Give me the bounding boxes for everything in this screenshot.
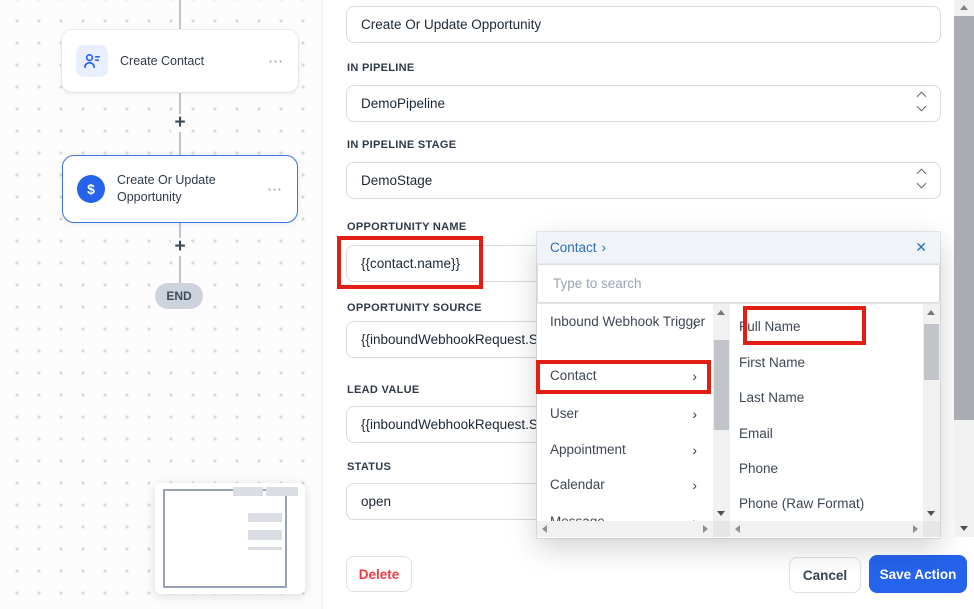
field-label-in-pipeline: IN PIPELINE <box>347 62 414 74</box>
menu-item-calendar[interactable]: Calendar› <box>537 475 713 495</box>
scrollbar-corner <box>923 521 940 537</box>
minimap-content-bar <box>248 547 282 550</box>
pipeline-select-value[interactable] <box>346 85 941 122</box>
scrollbar-thumb[interactable] <box>924 324 939 380</box>
chevron-right-icon: › <box>692 366 697 386</box>
pipeline-stage-select-value[interactable] <box>346 162 941 199</box>
chevron-right-icon: › <box>692 475 697 495</box>
canvas-minimap[interactable] <box>155 483 305 594</box>
scroll-down-icon[interactable] <box>960 526 968 531</box>
minimap-content-bar <box>233 487 263 496</box>
custom-values-popup: Contact› ✕ Inbound Webhook Trigger› Cont… <box>537 232 940 538</box>
minimap-content-bar <box>248 513 282 522</box>
menu-item-phone[interactable]: Phone <box>730 459 915 479</box>
pipeline-select[interactable] <box>346 85 941 122</box>
node-options-icon[interactable]: ⋯ <box>268 52 284 70</box>
workflow-node-create-or-update-opportunity[interactable]: $ Create Or Update Opportunity ⋯ <box>62 155 298 223</box>
fields-horizontal-scrollbar[interactable] <box>730 521 940 537</box>
workflow-canvas[interactable]: Create Contact ⋯ + $ Create Or Update Op… <box>0 0 322 609</box>
scroll-down-icon[interactable] <box>927 511 935 516</box>
chevron-right-icon: › <box>692 315 697 335</box>
node-options-icon[interactable]: ⋯ <box>267 180 283 198</box>
end-node: END <box>155 283 203 309</box>
node-label: Create Or Update Opportunity <box>117 172 241 206</box>
node-label: Create Contact <box>120 53 244 70</box>
field-label-opportunity-source: OPPORTUNITY SOURCE <box>347 302 482 314</box>
menu-item-appointment[interactable]: Appointment› <box>537 440 713 460</box>
menu-item-last-name[interactable]: Last Name <box>730 388 915 408</box>
field-label-lead-value: LEAD VALUE <box>347 384 419 396</box>
scroll-right-icon[interactable] <box>913 525 918 533</box>
field-label-opportunity-name: OPPORTUNITY NAME <box>347 221 467 233</box>
breadcrumb[interactable]: Contact› <box>550 240 606 255</box>
scrollbar-thumb[interactable] <box>714 340 729 430</box>
cancel-button[interactable]: Cancel <box>789 557 861 593</box>
pipeline-stage-select[interactable] <box>346 162 941 199</box>
groups-pane: Inbound Webhook Trigger› Contact› User› … <box>537 304 730 537</box>
add-step-button[interactable]: + <box>171 114 189 132</box>
workflow-node-create-contact[interactable]: Create Contact ⋯ <box>62 30 298 92</box>
popup-header: Contact› ✕ <box>537 232 940 264</box>
scroll-left-icon[interactable] <box>735 525 740 533</box>
scrollbar-corner <box>713 521 730 537</box>
delete-button[interactable]: Delete <box>346 556 412 592</box>
menu-item-email[interactable]: Email <box>730 424 915 444</box>
field-label-in-pipeline-stage: IN PIPELINE STAGE <box>347 139 456 151</box>
minimap-content-bar <box>248 530 282 540</box>
groups-horizontal-scrollbar[interactable] <box>537 521 730 537</box>
field-label-status: STATUS <box>347 461 391 473</box>
menu-item-first-name[interactable]: First Name <box>730 353 915 373</box>
close-icon[interactable]: ✕ <box>915 239 927 256</box>
popup-search <box>537 264 940 304</box>
menu-item-phone-raw-format[interactable]: Phone (Raw Format) <box>730 494 915 514</box>
menu-item-full-name[interactable]: Full Name <box>730 317 915 337</box>
add-step-button[interactable]: + <box>171 238 189 256</box>
scroll-up-icon[interactable] <box>927 310 935 315</box>
menu-item-inbound-webhook-trigger[interactable]: Inbound Webhook Trigger› <box>537 312 713 332</box>
dollar-icon: $ <box>77 175 105 203</box>
scroll-left-icon[interactable] <box>542 525 547 533</box>
scroll-down-icon[interactable] <box>717 511 725 516</box>
scroll-right-icon[interactable] <box>703 525 708 533</box>
scroll-up-icon[interactable] <box>717 310 725 315</box>
contact-icon <box>76 45 108 77</box>
groups-vertical-scrollbar[interactable] <box>713 304 730 521</box>
minimap-content-bar <box>266 487 298 496</box>
panel-vertical-scrollbar[interactable] <box>954 0 974 537</box>
menu-item-user[interactable]: User› <box>537 404 713 424</box>
save-action-button[interactable]: Save Action <box>869 555 967 593</box>
action-title-input[interactable] <box>346 6 941 43</box>
fields-pane: Full Name First Name Last Name Email Pho… <box>730 304 940 537</box>
search-input[interactable] <box>537 264 940 303</box>
scroll-up-icon[interactable] <box>960 5 968 10</box>
scrollbar-thumb[interactable] <box>954 16 974 420</box>
chevron-right-icon: › <box>602 240 607 255</box>
fields-vertical-scrollbar[interactable] <box>923 304 940 521</box>
menu-item-contact[interactable]: Contact› <box>537 366 713 386</box>
chevron-right-icon: › <box>692 440 697 460</box>
chevron-right-icon: › <box>692 404 697 424</box>
